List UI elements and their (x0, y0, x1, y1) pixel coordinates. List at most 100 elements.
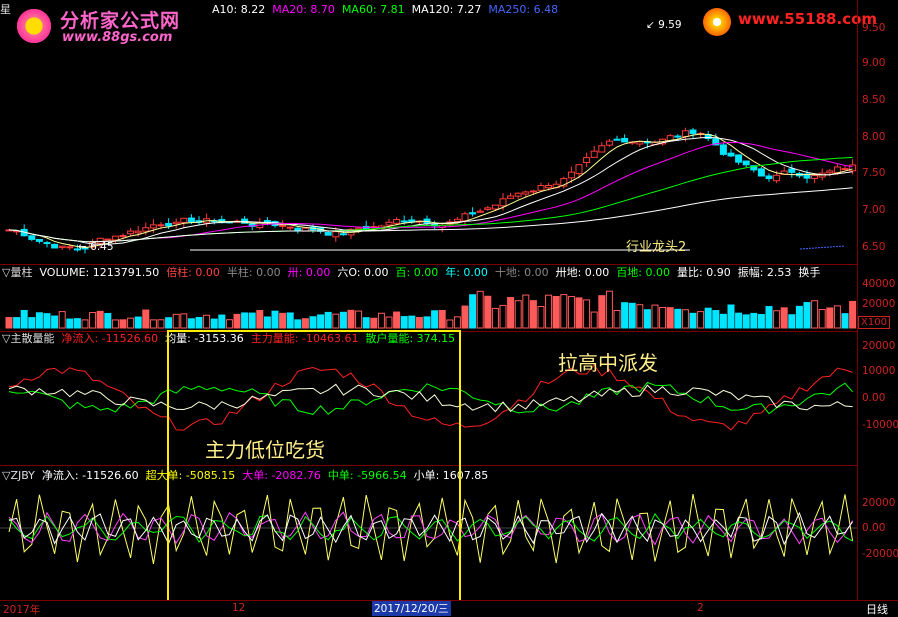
volume-bar (225, 319, 233, 329)
candlestick (613, 135, 621, 141)
volume-legend-item-8: 十地: 0.00 (494, 266, 549, 279)
volume-bar (659, 306, 667, 329)
volume-bar (294, 319, 302, 329)
volume-bar (461, 305, 469, 329)
candlestick (476, 208, 484, 213)
volume-bar (81, 319, 89, 329)
volume-bar (491, 307, 499, 329)
volume-legend-item-10: 百地: 0.00 (616, 266, 671, 279)
volume-bar (636, 304, 644, 329)
volume-bar (560, 294, 568, 329)
volume-bar (385, 316, 393, 329)
volume-bar (598, 295, 606, 329)
volume-bar (446, 319, 454, 329)
volume-bar (339, 311, 347, 329)
volume-bar (643, 309, 651, 329)
candlestick (598, 142, 606, 153)
volume-bar (241, 312, 249, 329)
candlestick (195, 216, 203, 226)
volume-bar (5, 317, 13, 329)
candlestick (719, 142, 727, 156)
volume-bar (780, 307, 788, 329)
y-tick-label: 20000 (862, 298, 896, 310)
y-tick-label: 9.00 (862, 57, 886, 69)
volume-bar (423, 316, 431, 329)
candlestick (286, 226, 294, 231)
volume-legend-item-7: 年: 0.00 (445, 266, 488, 279)
volume-bar (248, 312, 256, 329)
volume-bar (195, 316, 203, 329)
candlestick (757, 167, 765, 177)
candlestick (727, 149, 735, 158)
ma-legend-0: A10: 8.22 (212, 3, 266, 16)
candlestick (51, 243, 59, 249)
volume-legend: ▽量柱 VOLUME: 1213791.50 倍柱: 0.00 半柱: 0.00 卅: … (2, 266, 827, 280)
candlestick (583, 152, 591, 167)
cursor-date-label: 2017/12/20/三 (372, 601, 451, 616)
volume-bar (324, 311, 332, 329)
period-label[interactable]: 日线 (866, 601, 888, 617)
ma250-tail (799, 245, 846, 250)
y-tick-label: 9.50 (862, 22, 886, 34)
volume-bar (849, 300, 857, 329)
candlestick (20, 224, 28, 237)
candlestick (28, 235, 36, 242)
volume-bar (621, 302, 629, 329)
y-tick-label: 20000 (862, 340, 896, 352)
volume-bar (332, 313, 340, 329)
volume-bar (233, 313, 241, 329)
volume-bar (377, 312, 385, 329)
volume-bar (317, 314, 325, 329)
volume-bar (811, 300, 819, 329)
volume-bar (400, 316, 408, 329)
y-tick-label: 40000 (862, 278, 896, 290)
volume-bar (286, 312, 294, 329)
accumulation-highlight-box (167, 330, 461, 610)
candlestick (461, 211, 469, 227)
accumulate-annotation: 主力低位吃货 (205, 438, 325, 462)
volume-bar (803, 302, 811, 329)
ma-legend-4: MA250: 6.48 (488, 3, 559, 16)
volume-bar (826, 307, 834, 329)
volume-bar (712, 310, 720, 329)
ma-legend-1: MA20: 8.70 (272, 3, 335, 16)
volume-legend-item-3: 半柱: 0.00 (226, 266, 281, 279)
candlestick (484, 205, 492, 211)
time-next-label: 2 (697, 602, 704, 614)
volume-bar (833, 305, 841, 329)
y-tick-label: 0.00 (862, 392, 886, 404)
volume-bar (362, 317, 370, 329)
y-tick-label: 8.00 (862, 131, 886, 143)
volume-legend-item-0: ▽量柱 (2, 266, 33, 279)
volume-chart[interactable] (0, 280, 858, 330)
y-tick-label: 7.50 (862, 167, 886, 179)
volume-bar (73, 318, 81, 329)
volume-bar (727, 304, 735, 329)
ma-legend-3: MA120: 7.27 (411, 3, 482, 16)
y-axis-divider (857, 0, 858, 600)
volume-bar (795, 305, 803, 329)
volume-bar (605, 290, 613, 329)
candlestick (43, 240, 51, 248)
volume-bar (704, 307, 712, 329)
y-tick-label: 20000 (862, 497, 896, 509)
candlestick (438, 222, 446, 233)
volume-bar (35, 312, 43, 329)
candlestick (689, 127, 697, 138)
volume-bar (355, 310, 363, 329)
zsln-legend-item-1: 净流入: -11526.60 (61, 332, 159, 345)
industry-caption: 行业龙头2 (626, 240, 687, 255)
time-start-label: 2017年 (3, 604, 41, 616)
candlestick (621, 134, 629, 143)
volume-bar (263, 316, 271, 329)
candlestick (127, 228, 135, 237)
volume-bar (476, 290, 484, 329)
volume-bar (28, 317, 36, 329)
volume-bar (529, 300, 537, 329)
candlestick (35, 238, 43, 244)
volume-bar (742, 314, 750, 329)
y-tick-label: 8.50 (862, 94, 886, 106)
volume-bar (134, 316, 142, 329)
ma120-line (8, 187, 853, 243)
volume-bar (545, 294, 553, 329)
